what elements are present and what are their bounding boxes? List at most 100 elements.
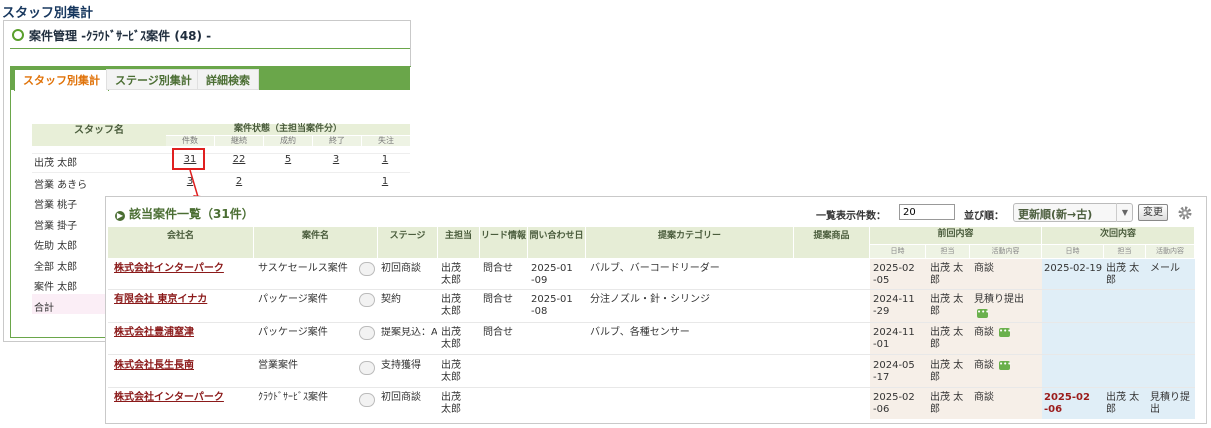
company-link[interactable]: 株式会社インターパーク <box>114 392 224 404</box>
staff-name: 営業 あきら <box>34 180 88 191</box>
next-staff: 出茂 太郎 <box>1106 263 1140 286</box>
staff-name: 営業 掛子 <box>34 221 78 232</box>
next-activity-header: 活動内容 <box>1146 245 1195 258</box>
owner: 出茂 太郎 <box>441 392 461 415</box>
lost-link[interactable]: 1 <box>360 154 410 165</box>
col-lead: リード情報 <box>480 227 528 258</box>
inquiry-date: 2025-01-09 <box>531 263 573 286</box>
company-link[interactable]: 株式会社豊浦窒津 <box>114 327 194 339</box>
prev-activity-header: 活動内容 <box>970 245 1042 258</box>
prev-staff: 出茂 太郎 <box>930 294 964 317</box>
col-owner: 主担当 <box>438 227 480 258</box>
prev-activity: 商談 <box>974 327 994 338</box>
arrow-right-icon: ▶ <box>115 211 125 221</box>
page-title: スタッフ別集計 <box>2 6 94 21</box>
col-case: 案件名 <box>254 227 378 258</box>
bullet-icon <box>12 29 24 41</box>
next-date: 2025-02-06 <box>1044 392 1090 415</box>
stage: 契約 <box>381 294 401 305</box>
change-button[interactable]: 変更 <box>1138 204 1168 221</box>
lead: 問合せ <box>483 294 513 305</box>
staff-name: 出茂 太郎 <box>34 158 78 169</box>
prev-activity: 商談 <box>974 360 994 371</box>
comment-icon[interactable]: ••• <box>999 328 1011 337</box>
case-name: ｸﾗｳﾄﾞｻｰﾋﾞｽ案件 <box>258 392 328 403</box>
row-divider <box>108 354 1195 355</box>
sub-header-ended: 終了 <box>313 136 361 146</box>
popup-title: ▶ 該当案件一覧（31件） <box>115 205 254 222</box>
category: バルブ、バーコードリーダー <box>590 263 720 274</box>
highlight-box <box>172 148 205 170</box>
prev-staff: 出茂 太郎 <box>930 392 964 415</box>
link-icon[interactable] <box>359 393 375 407</box>
case-name: 営業案件 <box>258 360 298 371</box>
continue-link[interactable]: 2 <box>214 176 264 187</box>
link-icon[interactable] <box>359 361 375 375</box>
col-company: 会社名 <box>108 227 254 258</box>
total-label: 合計 <box>34 303 54 314</box>
gear-icon[interactable] <box>1177 205 1193 221</box>
row-divider <box>108 289 1195 290</box>
sub-header-continue: 継続 <box>215 136 263 146</box>
col-prev: 前回内容 <box>870 227 1042 244</box>
tab-staff-summary[interactable]: スタッフ別集計 <box>14 69 109 91</box>
category: 分注ノズル・針・シリンジ <box>590 294 710 305</box>
prev-date: 2025-02-05 <box>873 263 915 286</box>
company-link[interactable]: 株式会社インターパーク <box>114 263 224 275</box>
link-icon[interactable] <box>359 326 375 340</box>
staff-name: 全部 太郎 <box>34 262 78 273</box>
col-next: 次回内容 <box>1042 227 1195 244</box>
lead: 問合せ <box>483 263 513 274</box>
staff-name: 案件 太郎 <box>34 282 78 293</box>
stage: 初回商談 <box>381 263 421 274</box>
lost-link[interactable]: 1 <box>360 176 410 187</box>
prev-date: 2025-02-06 <box>873 392 915 415</box>
col-stage: ステージ <box>378 227 438 258</box>
tab-stage-summary[interactable]: ステージ別集計 <box>106 69 201 90</box>
ended-link[interactable]: 3 <box>311 154 361 165</box>
case-name: サスケセールス案件 <box>258 263 348 274</box>
prev-date: 2024-11-01 <box>873 327 915 350</box>
owner: 出茂 太郎 <box>441 294 461 317</box>
next-date: 2025-02-19 <box>1044 263 1103 274</box>
prev-activity: 見積り提出 <box>974 294 1024 305</box>
next-activity: メール <box>1150 263 1180 274</box>
col-category: 提案カテゴリー <box>586 227 794 258</box>
row-divider <box>108 322 1195 323</box>
row-divider <box>108 387 1195 388</box>
owner: 出茂 太郎 <box>441 360 461 383</box>
prev-staff-header: 担当 <box>926 245 970 258</box>
divider <box>32 172 410 173</box>
prev-staff: 出茂 太郎 <box>930 263 964 286</box>
tab-detail-search[interactable]: 詳細検索 <box>197 69 259 90</box>
popup-title-text: 該当案件一覧（31件） <box>129 207 254 221</box>
sort-value: 更新順(新→古) <box>1018 208 1093 221</box>
category: バルブ、各種センサー <box>590 327 690 338</box>
company-link[interactable]: 株式会社長生長南 <box>114 360 194 372</box>
sub-header-count: 件数 <box>166 136 214 146</box>
company-link[interactable]: 有限会社 東京イナカ <box>114 294 207 306</box>
sub-header-won: 成約 <box>264 136 312 146</box>
case-name: パッケージ案件 <box>258 294 328 305</box>
comment-icon[interactable]: ••• <box>977 309 989 318</box>
continue-link[interactable]: 22 <box>214 154 264 165</box>
comment-icon[interactable]: ••• <box>999 361 1011 370</box>
stage: 支持獲得 <box>381 360 421 371</box>
prev-date: 2024-05-17 <box>873 360 915 383</box>
prev-date-header: 日時 <box>870 245 926 258</box>
count-input[interactable] <box>899 204 955 220</box>
next-staff-header: 担当 <box>1104 245 1146 258</box>
panel-header: 案件管理 -ｸﾗｳﾄﾞｻｰﾋﾞｽ案件 (48) - <box>12 27 211 44</box>
staff-name-header: スタッフ名 <box>32 124 166 146</box>
sort-label: 並び順： <box>964 211 1004 222</box>
chevron-down-icon[interactable]: ▼ <box>1116 203 1133 222</box>
lead: 問合せ <box>483 327 513 338</box>
prev-staff: 出茂 太郎 <box>930 360 964 383</box>
sub-header-lost: 失注 <box>362 136 410 146</box>
link-icon[interactable] <box>359 293 375 307</box>
owner: 出茂 太郎 <box>441 263 461 286</box>
staff-name: 佐助 太郎 <box>34 241 78 252</box>
link-icon[interactable] <box>359 262 375 276</box>
stage: 初回商談 <box>381 392 421 403</box>
won-link[interactable]: 5 <box>263 154 313 165</box>
